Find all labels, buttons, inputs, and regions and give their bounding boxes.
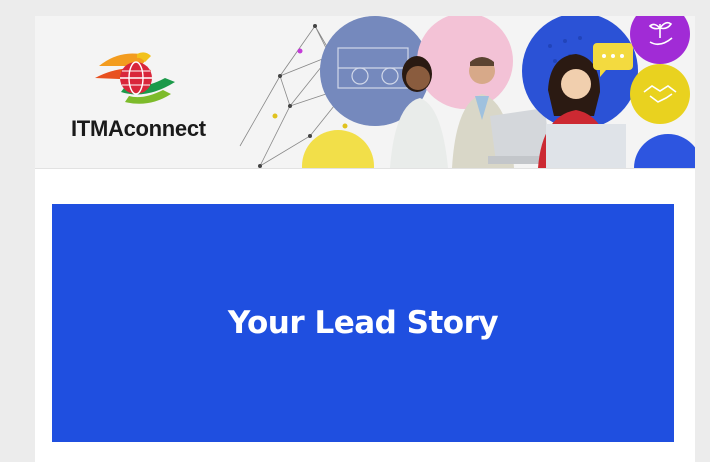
banner-illustration [239, 16, 695, 168]
itma-logo[interactable]: ITMAconnect [63, 44, 213, 154]
email-frame: ITMAconnect Your Lead Story [20, 0, 695, 462]
newsletter-card: ITMAconnect Your Lead Story [35, 16, 695, 462]
chat-bubble-icon [602, 54, 624, 58]
newsletter-header-banner: ITMAconnect [35, 16, 695, 169]
lead-story-title[interactable]: Your Lead Story [228, 305, 499, 341]
itma-globe-logo-icon [95, 52, 175, 104]
logo-text: ITMAconnect [71, 116, 206, 141]
lead-story-block[interactable]: Your Lead Story [52, 204, 674, 442]
